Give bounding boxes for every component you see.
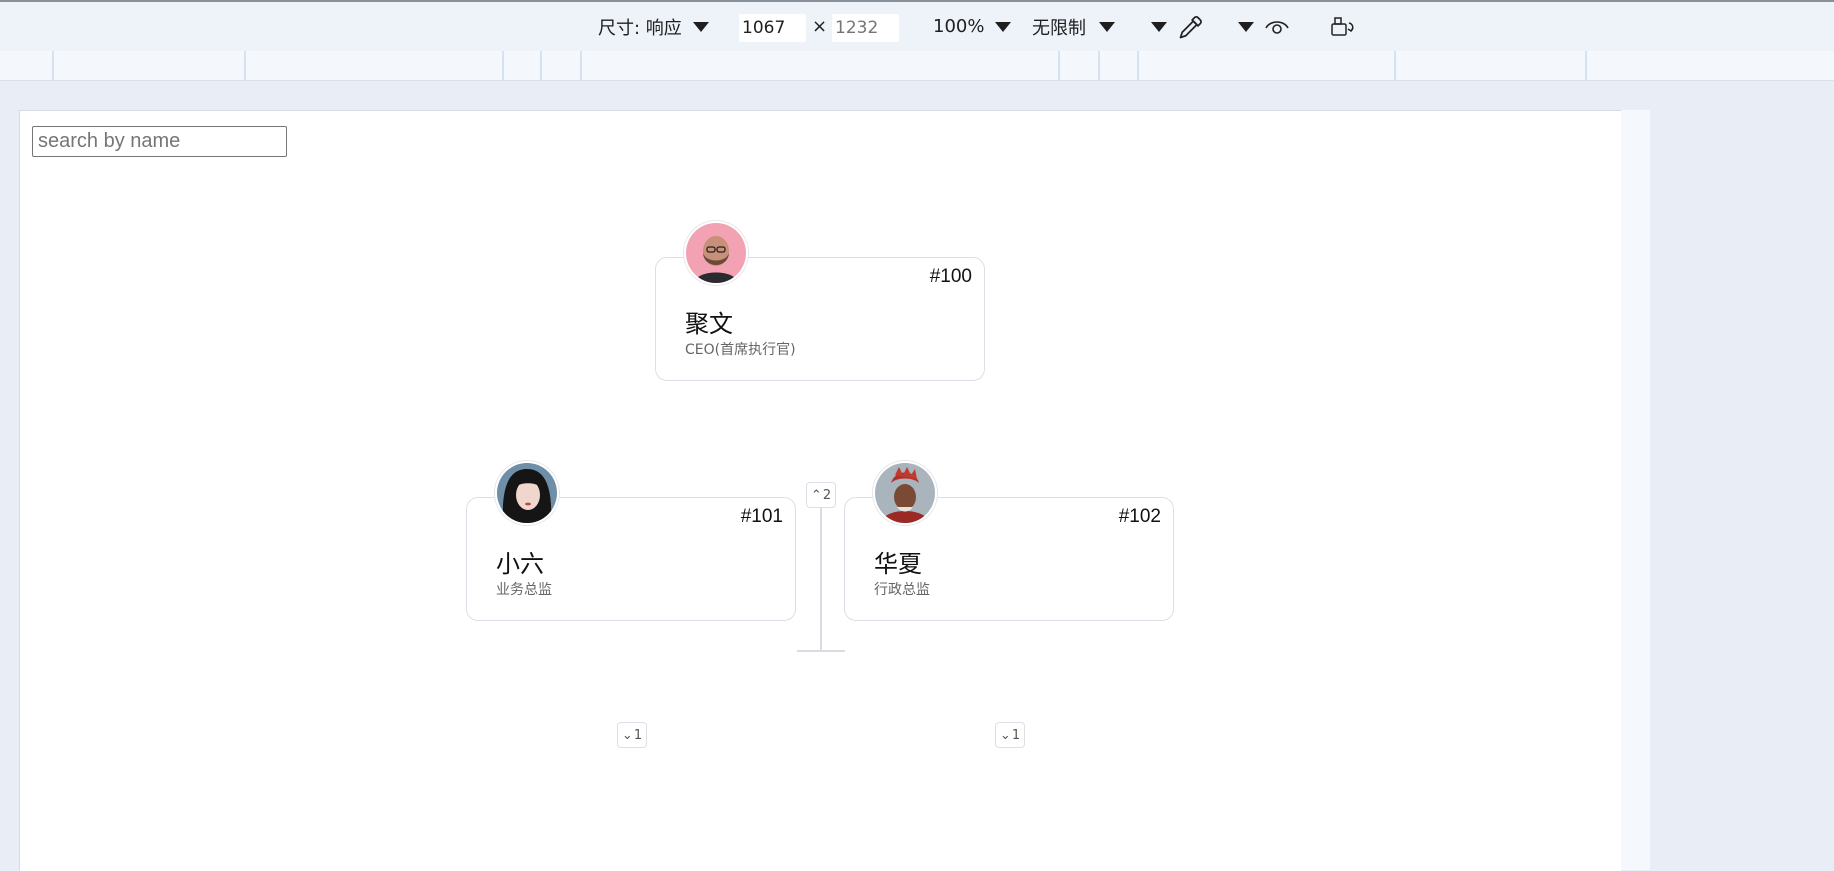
throttle-label: 无限制 bbox=[1032, 17, 1086, 39]
avatar bbox=[684, 221, 748, 285]
employee-role: 业务总监 bbox=[496, 582, 552, 598]
vision-deficiency-dropdown[interactable] bbox=[1238, 2, 1290, 51]
employee-name: 小六 bbox=[496, 550, 544, 578]
connector-horizontal bbox=[797, 650, 845, 652]
rotate-icon bbox=[1331, 16, 1354, 36]
expand-toggle[interactable]: ⌄ 1 bbox=[995, 722, 1025, 748]
connector-vertical bbox=[820, 495, 822, 651]
ruler-mark[interactable] bbox=[244, 51, 246, 80]
times-symbol: × bbox=[812, 16, 828, 37]
ruler-mark[interactable] bbox=[1098, 51, 1100, 80]
ruler-mark[interactable] bbox=[52, 51, 54, 80]
viewport-resize-area[interactable] bbox=[1620, 110, 1650, 870]
media-query-ruler bbox=[0, 51, 1834, 81]
zoom-label: 100% bbox=[933, 16, 985, 37]
chevron-down-icon bbox=[995, 21, 1012, 32]
avatar-image bbox=[875, 463, 935, 523]
chevron-up-icon: ⌃ bbox=[810, 487, 822, 503]
employee-name: 聚文 bbox=[685, 310, 733, 338]
ruler-mark[interactable] bbox=[1137, 51, 1139, 80]
dimensions-dropdown[interactable]: 尺寸: 响应 bbox=[598, 2, 709, 51]
employee-role: CEO(首席执行官) bbox=[685, 342, 796, 358]
page-viewport: #100 聚文 CEO(首席执行官) ⌃ 2 #101 小六 业务总监 ⌄ bbox=[19, 110, 1621, 871]
chevron-down-icon bbox=[692, 21, 709, 32]
throttle-dropdown[interactable]: 无限制 bbox=[1032, 2, 1115, 51]
height-input[interactable] bbox=[832, 14, 899, 42]
ruler-mark[interactable] bbox=[1585, 51, 1587, 80]
ruler-mark[interactable] bbox=[502, 51, 504, 80]
chevron-down-icon bbox=[1151, 21, 1167, 32]
ruler-mark[interactable] bbox=[1058, 51, 1060, 80]
children-count: 1 bbox=[633, 727, 643, 743]
ruler-mark[interactable] bbox=[540, 51, 542, 80]
ruler-mark[interactable] bbox=[1394, 51, 1396, 80]
collapse-toggle[interactable]: ⌃ 2 bbox=[806, 482, 836, 508]
chevron-down-icon: ⌄ bbox=[621, 727, 633, 743]
employee-role: 行政总监 bbox=[874, 582, 930, 598]
chevron-down-icon bbox=[1099, 21, 1115, 32]
chevron-down-icon bbox=[1238, 21, 1254, 32]
eye-icon bbox=[1265, 20, 1289, 34]
device-toolbar: 尺寸: 响应 × 100% 无限制 bbox=[0, 2, 1834, 51]
employee-number: #100 bbox=[929, 266, 972, 287]
eyedropper-icon bbox=[1179, 15, 1202, 38]
avatar-image bbox=[686, 223, 746, 283]
avatar bbox=[495, 461, 559, 525]
employee-number: #102 bbox=[1118, 506, 1161, 527]
rotate-button[interactable] bbox=[1330, 2, 1356, 51]
expand-toggle[interactable]: ⌄ 1 bbox=[617, 722, 647, 748]
children-count: 2 bbox=[822, 487, 832, 503]
search-input[interactable] bbox=[32, 126, 287, 157]
avatar bbox=[873, 461, 937, 525]
children-count: 1 bbox=[1011, 727, 1021, 743]
ruler-mark[interactable] bbox=[580, 51, 582, 80]
eyedropper-dropdown[interactable] bbox=[1151, 2, 1205, 51]
employee-number: #101 bbox=[740, 506, 783, 527]
zoom-dropdown[interactable]: 100% bbox=[933, 2, 1012, 51]
employee-name: 华夏 bbox=[874, 550, 922, 578]
chevron-down-icon: ⌄ bbox=[999, 727, 1011, 743]
dimensions-label: 尺寸: 响应 bbox=[598, 17, 682, 39]
avatar-image bbox=[497, 463, 557, 523]
width-input[interactable] bbox=[739, 14, 806, 42]
